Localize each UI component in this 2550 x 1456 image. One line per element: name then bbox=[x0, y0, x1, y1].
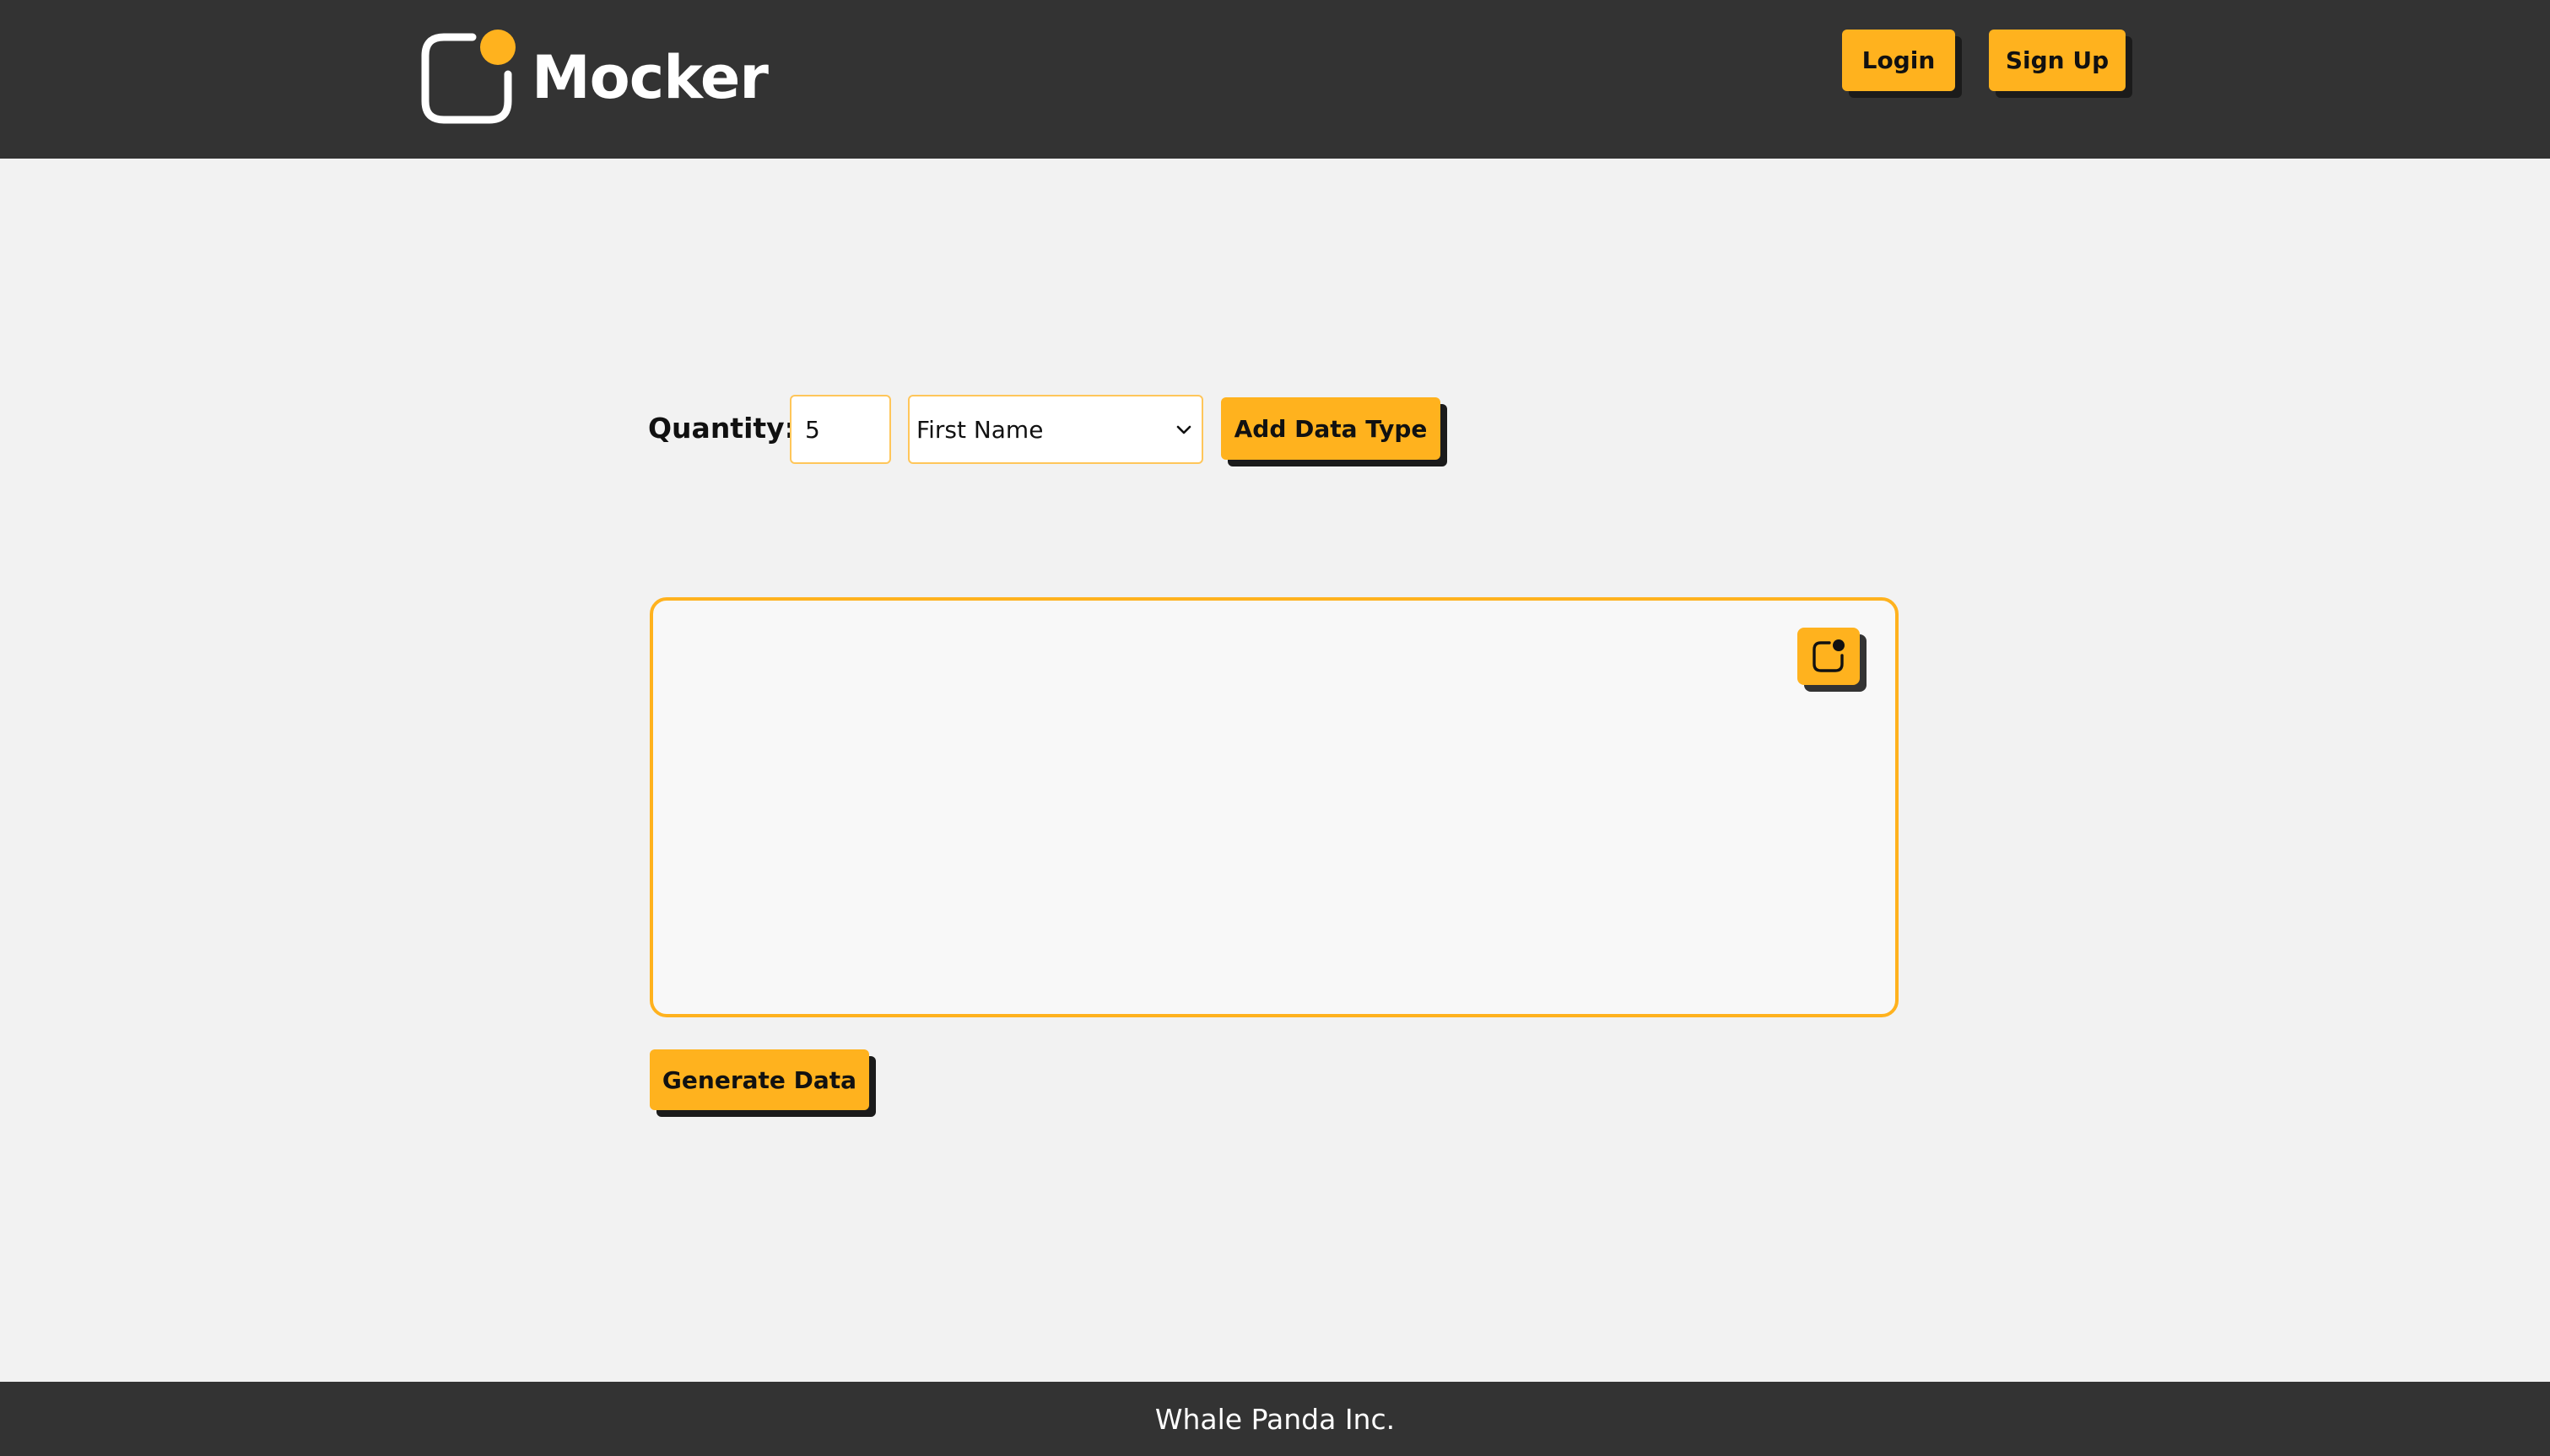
footer-text: Whale Panda Inc. bbox=[1154, 1402, 1396, 1436]
login-button[interactable]: Login bbox=[1842, 30, 1955, 91]
footer: Whale Panda Inc. bbox=[0, 1382, 2550, 1456]
mocker-logo-icon bbox=[421, 30, 516, 124]
quantity-label: Quantity: bbox=[648, 412, 796, 445]
chevron-down-icon bbox=[1176, 425, 1191, 434]
data-type-select[interactable]: First Name bbox=[908, 395, 1203, 464]
generated-data-output[interactable] bbox=[650, 597, 1899, 1017]
signup-button[interactable]: Sign Up bbox=[1989, 30, 2126, 91]
brand-logo[interactable]: Mocker bbox=[420, 29, 769, 127]
app-name: Mocker bbox=[532, 43, 769, 112]
generate-data-button[interactable]: Generate Data bbox=[650, 1049, 869, 1110]
data-type-selected-value: First Name bbox=[916, 415, 1044, 444]
top-nav-bar: Mocker Login Sign Up bbox=[0, 0, 2550, 159]
copy-icon bbox=[1813, 639, 1845, 672]
quantity-input[interactable] bbox=[790, 395, 891, 464]
add-data-type-button[interactable]: Add Data Type bbox=[1221, 397, 1440, 460]
copy-button[interactable] bbox=[1797, 628, 1860, 685]
